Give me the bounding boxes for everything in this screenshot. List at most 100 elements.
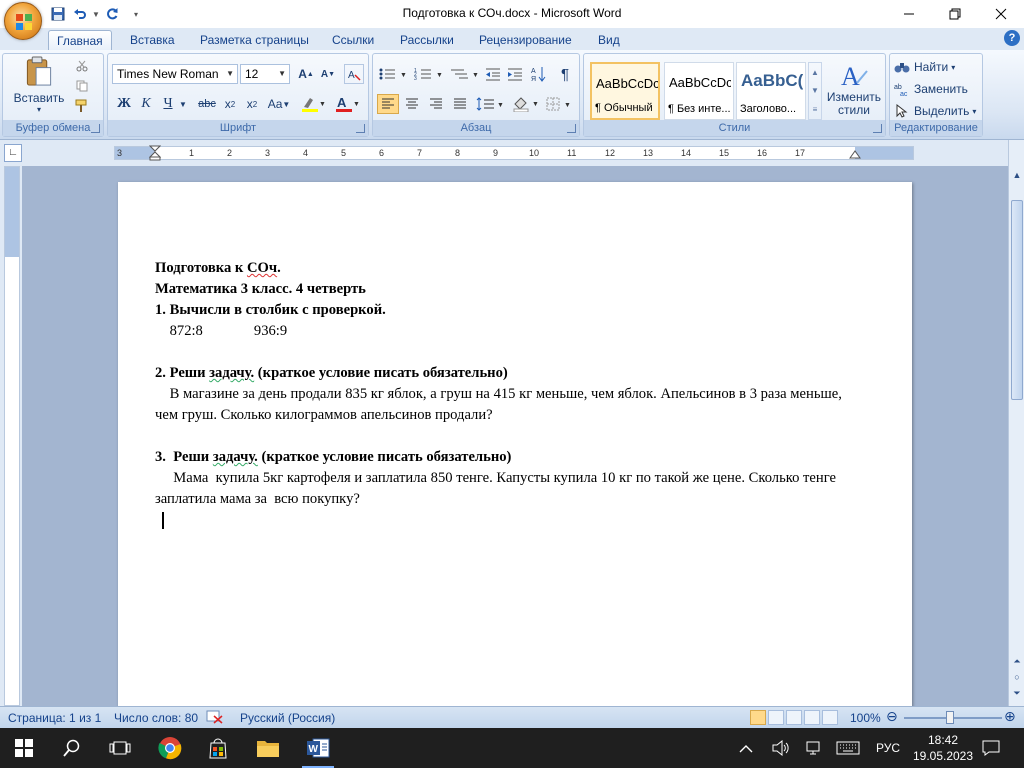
- decrease-indent-icon[interactable]: [483, 64, 503, 84]
- task-view-icon[interactable]: [96, 728, 144, 768]
- numbering-icon[interactable]: 1 2 3 ▼: [413, 64, 445, 84]
- clock[interactable]: 18:42 19.05.2023: [908, 732, 978, 764]
- tab-references[interactable]: Ссылки: [324, 30, 382, 50]
- previous-page-icon[interactable]: ⏶: [1010, 654, 1024, 668]
- font-size-select[interactable]: 12 ▼: [240, 64, 290, 84]
- right-indent-marker-icon[interactable]: [849, 149, 861, 159]
- language-indicator[interactable]: Русский (Россия): [240, 710, 335, 726]
- copy-icon[interactable]: [73, 78, 91, 94]
- tab-home[interactable]: Главная: [48, 30, 112, 50]
- replace-button[interactable]: ab ac Заменить: [894, 80, 980, 98]
- tab-selector-icon[interactable]: ∟: [4, 144, 22, 162]
- styles-scroll-up-icon[interactable]: ▲: [811, 68, 819, 77]
- paste-button[interactable]: Вставить ▾: [9, 56, 69, 114]
- store-icon[interactable]: [194, 728, 242, 768]
- style-normal[interactable]: AaBbCcDc ¶ Обычный: [590, 62, 660, 120]
- zoom-in-icon[interactable]: ⊕: [1004, 708, 1016, 724]
- style-heading-1[interactable]: AaBbC( Заголово...: [736, 62, 806, 120]
- find-button[interactable]: Найти ▾: [894, 58, 980, 76]
- paragraph-launcher-icon[interactable]: [567, 124, 576, 133]
- borders-icon[interactable]: ▼: [545, 94, 575, 114]
- show-paragraph-marks-icon[interactable]: ¶: [555, 64, 575, 84]
- tab-review[interactable]: Рецензирование: [471, 30, 580, 50]
- select-button[interactable]: Выделить ▾: [894, 102, 980, 120]
- italic-button[interactable]: К: [136, 94, 156, 114]
- strikethrough-button[interactable]: abc: [196, 94, 218, 114]
- select-browse-object-icon[interactable]: ○: [1010, 670, 1024, 684]
- change-case-button[interactable]: Aa ▼: [266, 94, 292, 114]
- align-right-icon[interactable]: [425, 94, 447, 114]
- page-count[interactable]: Страница: 1 из 1: [8, 710, 101, 726]
- document-area[interactable]: Подготовка к СОч. Математика 3 класс. 4 …: [22, 166, 1008, 706]
- document-body[interactable]: Подготовка к СОч. Математика 3 класс. 4 …: [155, 258, 855, 531]
- tab-mailings[interactable]: Рассылки: [392, 30, 462, 50]
- full-screen-reading-icon[interactable]: [768, 710, 784, 725]
- align-left-icon[interactable]: [377, 94, 399, 114]
- underline-button[interactable]: Ч: [158, 94, 178, 114]
- maximize-button[interactable]: [932, 0, 978, 28]
- style-no-spacing[interactable]: AaBbCcDc ¶ Без инте...: [664, 62, 734, 120]
- word-taskbar-icon[interactable]: W: [294, 728, 342, 768]
- search-icon[interactable]: [48, 728, 96, 768]
- zoom-level[interactable]: 100%: [850, 710, 881, 726]
- font-launcher-icon[interactable]: [356, 124, 365, 133]
- show-hidden-icons[interactable]: [738, 728, 754, 768]
- scroll-up-icon[interactable]: ▲: [1010, 168, 1024, 182]
- keyboard-icon[interactable]: [836, 728, 860, 768]
- office-button[interactable]: [4, 2, 42, 40]
- draft-view-icon[interactable]: [822, 710, 838, 725]
- subscript-button[interactable]: x2: [220, 94, 240, 114]
- clipboard-launcher-icon[interactable]: [91, 124, 100, 133]
- spellcheck-icon[interactable]: [206, 710, 224, 728]
- print-layout-view-icon[interactable]: [750, 710, 766, 725]
- format-painter-icon[interactable]: [73, 98, 91, 114]
- sort-icon[interactable]: AЯ: [529, 64, 549, 84]
- shading-icon[interactable]: ▼: [511, 94, 541, 114]
- tab-view[interactable]: Вид: [590, 30, 628, 50]
- styles-launcher-icon[interactable]: [873, 124, 882, 133]
- network-icon[interactable]: [804, 728, 822, 768]
- grow-font-button[interactable]: A ▲: [296, 64, 316, 84]
- zoom-slider-thumb[interactable]: [946, 711, 954, 724]
- horizontal-ruler[interactable]: 3 1 2 3 4 5 6 7 8 9 10 11 12 13 14 15 16…: [114, 145, 914, 161]
- bullets-icon[interactable]: ▼: [377, 64, 409, 84]
- help-icon[interactable]: ?: [1004, 30, 1020, 46]
- volume-icon[interactable]: [772, 728, 790, 768]
- tab-page-layout[interactable]: Разметка страницы: [192, 30, 317, 50]
- shrink-font-button[interactable]: A ▼: [318, 64, 338, 84]
- styles-more-icon[interactable]: ≡: [813, 105, 818, 114]
- align-center-icon[interactable]: [401, 94, 423, 114]
- change-styles-button[interactable]: A Изменить стили: [826, 58, 882, 120]
- font-family-select[interactable]: Times New Roman ▼: [112, 64, 238, 84]
- underline-dropdown-icon[interactable]: ▼: [178, 94, 188, 114]
- line-spacing-icon[interactable]: ▼: [475, 94, 505, 114]
- font-color-icon[interactable]: A ▼: [332, 94, 362, 114]
- vertical-scrollbar[interactable]: ▲ ⏶ ○ ⏷: [1008, 140, 1024, 706]
- multilevel-list-icon[interactable]: ▼: [449, 64, 481, 84]
- increase-indent-icon[interactable]: [505, 64, 525, 84]
- notifications-icon[interactable]: [982, 728, 1000, 768]
- clear-formatting-icon[interactable]: A: [344, 64, 364, 84]
- tab-insert[interactable]: Вставка: [122, 30, 183, 50]
- vertical-ruler[interactable]: [4, 166, 20, 706]
- word-count[interactable]: Число слов: 80: [114, 710, 198, 726]
- bold-button[interactable]: Ж: [114, 94, 134, 114]
- superscript-button[interactable]: x2: [242, 94, 262, 114]
- highlight-icon[interactable]: ▼: [298, 94, 328, 114]
- styles-scroll[interactable]: ▲ ▼ ≡: [808, 62, 822, 120]
- next-page-icon[interactable]: ⏷: [1010, 686, 1024, 700]
- indent-marker-icon[interactable]: [149, 145, 161, 161]
- web-layout-icon[interactable]: [786, 710, 802, 725]
- justify-icon[interactable]: [449, 94, 471, 114]
- document-page[interactable]: Подготовка к СОч. Математика 3 класс. 4 …: [118, 182, 912, 706]
- chrome-icon[interactable]: [146, 728, 194, 768]
- scroll-thumb[interactable]: [1011, 200, 1023, 400]
- minimize-button[interactable]: [886, 0, 932, 28]
- input-language[interactable]: РУС: [876, 728, 900, 768]
- zoom-out-icon[interactable]: ⊖: [886, 708, 898, 724]
- outline-view-icon[interactable]: [804, 710, 820, 725]
- windows-start-icon[interactable]: [0, 728, 48, 768]
- file-explorer-icon[interactable]: [244, 728, 292, 768]
- close-button[interactable]: [978, 0, 1024, 28]
- cut-icon[interactable]: [73, 58, 91, 74]
